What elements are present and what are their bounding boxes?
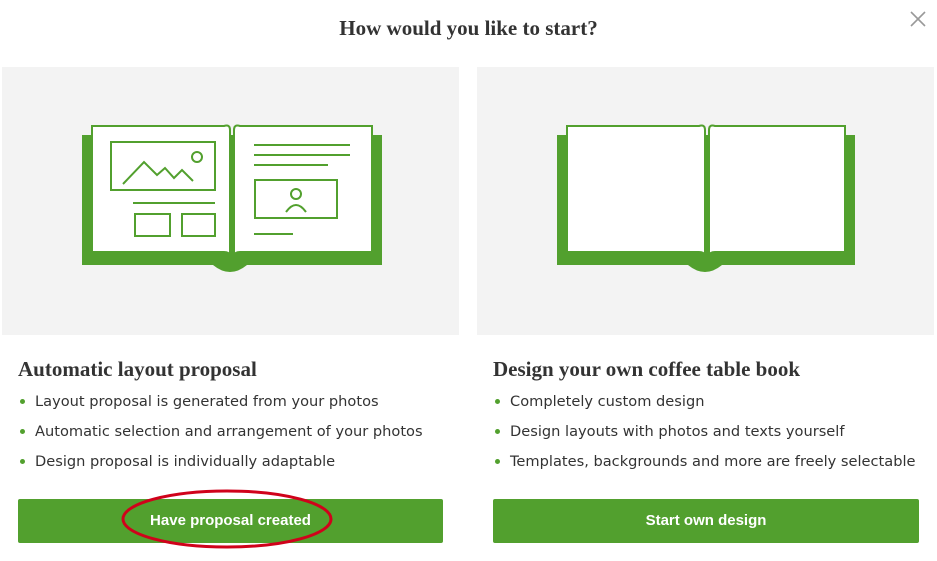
feature-item: Completely custom design	[493, 391, 916, 421]
start-own-design-button[interactable]: Start own design	[493, 499, 919, 543]
feature-item: Design proposal is individually adaptabl…	[18, 451, 423, 481]
option-card-automatic: Automatic layout proposal Layout proposa…	[2, 67, 459, 543]
feature-text: Completely custom design	[510, 393, 705, 410]
feature-text: Automatic selection and arrangement of y…	[35, 423, 423, 440]
feature-list: Layout proposal is generated from your p…	[18, 391, 423, 481]
dialog-title: How would you like to start?	[339, 16, 598, 40]
option-title: Automatic layout proposal	[18, 357, 257, 381]
option-card-own-design: Design your own coffee table book Comple…	[477, 67, 934, 543]
feature-item: Templates, backgrounds and more are free…	[493, 451, 916, 481]
option-title: Design your own coffee table book	[493, 357, 801, 381]
feature-text: Layout proposal is generated from your p…	[35, 393, 379, 410]
bullet-icon	[495, 459, 500, 464]
feature-list: Completely custom design Design layouts …	[493, 391, 916, 481]
feature-text: Design layouts with photos and texts you…	[510, 423, 845, 440]
have-proposal-created-button[interactable]: Have proposal created	[18, 499, 443, 543]
feature-text: Design proposal is individually adaptabl…	[35, 453, 336, 470]
bullet-icon	[495, 429, 500, 434]
feature-text: Templates, backgrounds and more are free…	[510, 453, 916, 470]
feature-item: Automatic selection and arrangement of y…	[18, 421, 423, 451]
bullet-icon	[20, 429, 25, 434]
close-icon	[910, 11, 926, 27]
bullet-icon	[495, 399, 500, 404]
illustration-area	[2, 67, 459, 335]
book-with-layout-icon	[82, 124, 382, 272]
feature-item: Design layouts with photos and texts you…	[493, 421, 916, 451]
bullet-icon	[20, 459, 25, 464]
bullet-icon	[20, 399, 25, 404]
feature-item: Layout proposal is generated from your p…	[18, 391, 423, 421]
close-button[interactable]	[908, 9, 928, 29]
blank-book-icon	[557, 124, 855, 272]
illustration-area	[477, 67, 934, 335]
